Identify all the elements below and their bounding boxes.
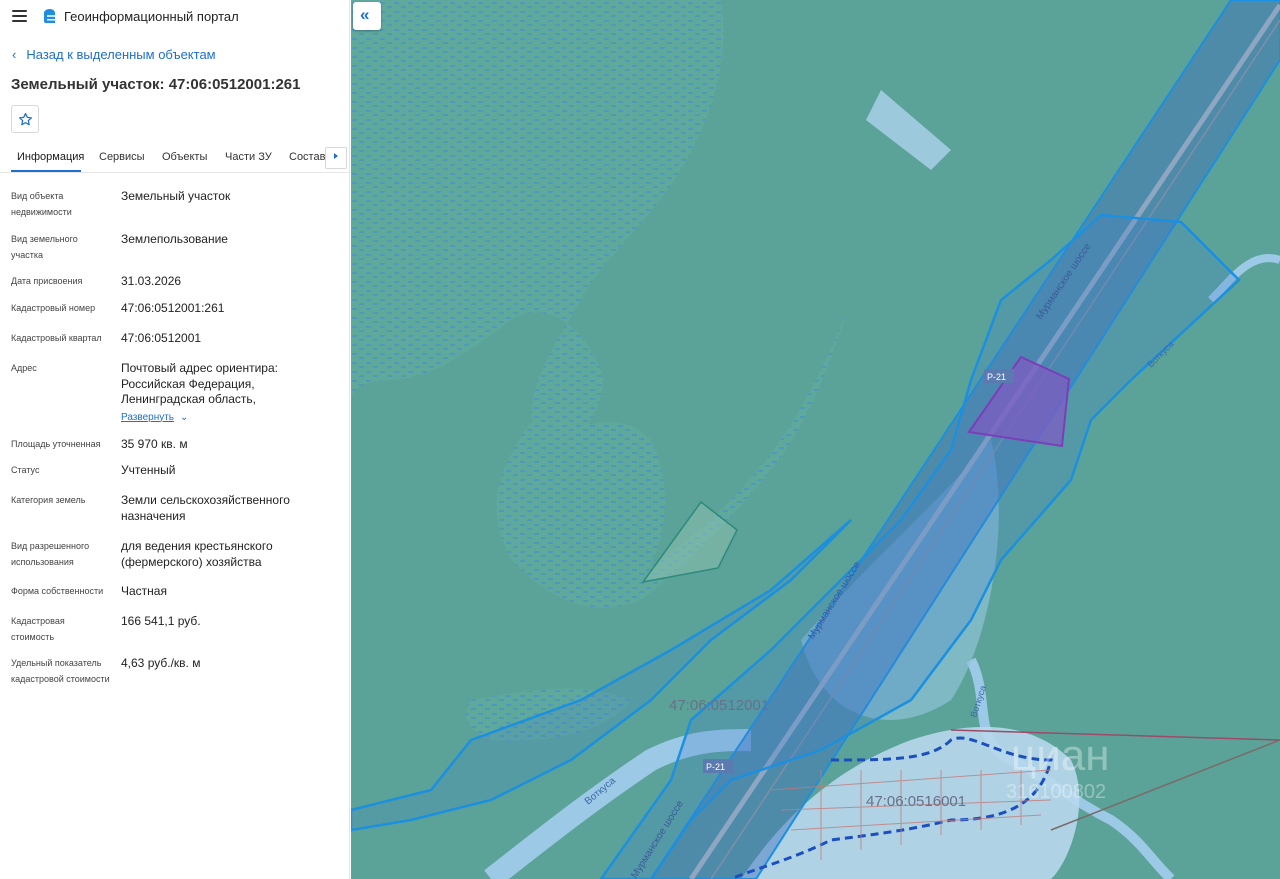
label-specific-value: Удельный показатель кадастровой стоимост… [11, 658, 110, 684]
app-title: Геоинформационный портал [64, 9, 239, 24]
back-link-label: Назад к выделенным объектам [26, 47, 216, 62]
label-address: Адрес [11, 363, 37, 373]
value-address-block: Почтовый адрес ориентира: Российская Фед… [121, 361, 331, 425]
info-panel: Геоинформационный портал ‹ Назад к выделе… [0, 0, 350, 879]
tab-bar: Информация Сервисы Объекты Части ЗУ Сост… [0, 146, 349, 173]
value-cadastral-number: 47:06:0512001:261 [121, 301, 225, 315]
value-cadastral-quarter: 47:06:0512001 [121, 331, 202, 345]
label-status: Статус [11, 465, 40, 475]
value-land-category: Земли сельскохозяйственного назначения [121, 493, 290, 523]
value-address: Почтовый адрес ориентира: Российская Фед… [121, 361, 278, 406]
watermark-text: циан [1011, 731, 1110, 780]
active-tab-indicator [11, 170, 81, 172]
label-land-category: Категория земель [11, 495, 86, 505]
chevron-right-icon [334, 153, 338, 159]
value-permitted-use: для ведения крестьянского (фермерского) … [121, 539, 273, 569]
value-area: 35 970 кв. м [121, 437, 188, 451]
tab-parcel-parts[interactable]: Части ЗУ [225, 151, 272, 163]
quarter-label-2: 47:06:0516001 [866, 793, 966, 810]
value-assign-date: 31.03.2026 [121, 274, 182, 288]
label-ownership: Форма собственности [11, 586, 104, 596]
top-bar: Геоинформационный портал [0, 0, 349, 33]
star-icon [18, 112, 33, 126]
favorite-button[interactable] [11, 105, 39, 133]
watermark-id: 316100802 [1006, 781, 1106, 803]
back-link[interactable]: ‹ Назад к выделенным объектам [12, 47, 216, 62]
label-area: Площадь уточненная [11, 439, 101, 449]
label-permitted-use: Вид разрешенного использования [11, 541, 90, 567]
tab-composition[interactable]: Состав [289, 151, 325, 163]
value-land-type: Землепользование [121, 232, 228, 246]
label-cadastral-value: Кадастровая стоимость [11, 616, 65, 642]
logo-icon [44, 9, 55, 23]
road-sign-2: Р-21 [706, 762, 725, 772]
label-object-type: Вид объекта недвижимости [11, 191, 72, 217]
value-status: Учтенный [121, 463, 176, 477]
value-ownership: Частная [121, 584, 167, 598]
tab-information[interactable]: Информация [17, 151, 84, 163]
lake [866, 90, 951, 170]
tab-scroll-button[interactable] [325, 147, 347, 169]
map-view[interactable]: 47:06:0512001 47:06:0516001 Мурманское ш… [351, 0, 1280, 879]
value-cadastral-value: 166 541,1 руб. [121, 614, 201, 628]
tab-services[interactable]: Сервисы [99, 151, 145, 163]
tab-objects[interactable]: Объекты [162, 151, 207, 163]
label-assign-date: Дата присвоения [11, 276, 83, 286]
chevron-down-icon[interactable]: ⌄ [180, 410, 188, 426]
wetland-area-2 [527, 421, 665, 599]
label-cadastral-number: Кадастровый номер [11, 303, 96, 313]
map-canvas[interactable]: 47:06:0512001 47:06:0516001 Мурманское ш… [351, 0, 1280, 879]
value-object-type: Земельный участок [121, 189, 231, 203]
page-title: Земельный участок: 47:06:0512001:261 [11, 76, 301, 93]
label-land-type: Вид земельного участка [11, 234, 78, 260]
chevron-left-icon: ‹ [12, 47, 17, 62]
road-sign-1: Р-21 [987, 372, 1006, 382]
value-specific-value: 4,63 руб./кв. м [121, 656, 201, 670]
expand-address-link[interactable]: Развернуть [121, 410, 174, 426]
collapse-panel-button[interactable]: « [353, 2, 381, 30]
double-chevron-left-icon: « [360, 5, 370, 24]
label-cadastral-quarter: Кадастровый квартал [11, 333, 102, 343]
menu-icon[interactable] [12, 10, 27, 22]
quarter-label-1: 47:06:0512001 [669, 697, 769, 714]
